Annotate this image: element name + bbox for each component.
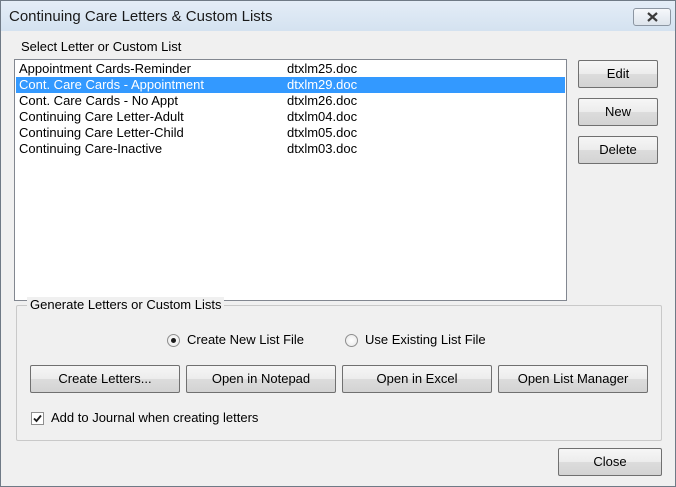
list-item-name: Appointment Cards-Reminder bbox=[19, 61, 191, 76]
radio-selected-dot bbox=[171, 338, 176, 343]
list-item[interactable]: Appointment Cards-Reminder dtxlm25.doc bbox=[16, 61, 565, 77]
list-item[interactable]: Continuing Care-Inactive dtxlm03.doc bbox=[16, 141, 565, 157]
list-item-file: dtxlm26.doc bbox=[287, 93, 358, 108]
radio-use-existing-list[interactable] bbox=[345, 334, 358, 347]
list-item-file: dtxlm25.doc bbox=[287, 61, 358, 76]
checkmark-icon bbox=[33, 414, 42, 423]
list-item-name: Cont. Care Cards - No Appt bbox=[19, 93, 178, 108]
radio-create-new-list[interactable] bbox=[167, 334, 180, 347]
list-item-name: Continuing Care Letter-Adult bbox=[19, 109, 184, 124]
list-item-name: Continuing Care Letter-Child bbox=[19, 125, 184, 140]
list-item-file: dtxlm05.doc bbox=[287, 125, 358, 140]
list-label: Select Letter or Custom List bbox=[21, 39, 182, 54]
open-list-manager-button[interactable]: Open List Manager bbox=[498, 365, 648, 393]
window-close-button[interactable] bbox=[633, 8, 671, 26]
generate-group-legend: Generate Letters or Custom Lists bbox=[27, 297, 225, 312]
new-button[interactable]: New bbox=[578, 98, 658, 126]
list-item-file: dtxlm03.doc bbox=[287, 141, 358, 156]
list-item[interactable]: Cont. Care Cards - No Appt dtxlm26.doc bbox=[16, 93, 565, 109]
add-to-journal-checkbox[interactable] bbox=[31, 412, 44, 425]
list-item-file: dtxlm04.doc bbox=[287, 109, 358, 124]
letter-list[interactable]: Appointment Cards-Reminder dtxlm25.doc C… bbox=[14, 59, 567, 301]
radio-create-new-list-label[interactable]: Create New List File bbox=[187, 332, 304, 347]
dialog-window: Continuing Care Letters & Custom Lists S… bbox=[0, 0, 676, 487]
edit-button[interactable]: Edit bbox=[578, 60, 658, 88]
list-item[interactable]: Continuing Care Letter-Adult dtxlm04.doc bbox=[16, 109, 565, 125]
open-in-excel-button[interactable]: Open in Excel bbox=[342, 365, 492, 393]
close-button[interactable]: Close bbox=[558, 448, 662, 476]
create-letters-button[interactable]: Create Letters... bbox=[30, 365, 180, 393]
add-to-journal-label[interactable]: Add to Journal when creating letters bbox=[51, 410, 258, 425]
radio-use-existing-list-label[interactable]: Use Existing List File bbox=[365, 332, 486, 347]
list-item[interactable]: Continuing Care Letter-Child dtxlm05.doc bbox=[16, 125, 565, 141]
list-item-name: Continuing Care-Inactive bbox=[19, 141, 163, 156]
title-bar[interactable]: Continuing Care Letters & Custom Lists bbox=[1, 1, 675, 31]
close-icon bbox=[647, 12, 658, 22]
delete-button[interactable]: Delete bbox=[578, 136, 658, 164]
list-item-selected[interactable]: Cont. Care Cards - Appointment dtxlm29.d… bbox=[16, 77, 565, 93]
list-item-file: dtxlm29.doc bbox=[287, 77, 358, 92]
open-in-notepad-button[interactable]: Open in Notepad bbox=[186, 365, 336, 393]
window-title: Continuing Care Letters & Custom Lists bbox=[9, 8, 273, 25]
list-item-name: Cont. Care Cards - Appointment bbox=[19, 77, 204, 92]
